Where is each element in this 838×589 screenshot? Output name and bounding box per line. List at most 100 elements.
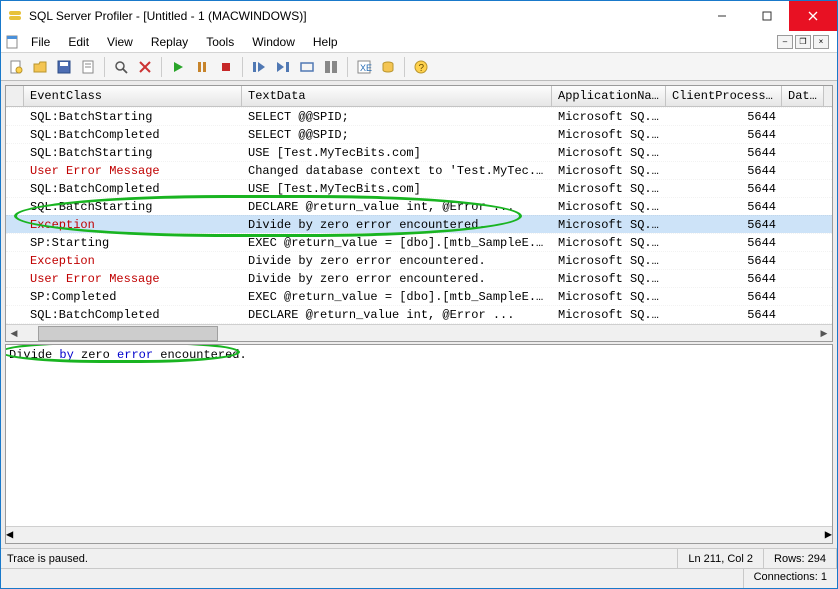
cell-textdata: EXEC @return_value = [dbo].[mtb_SampleE.… <box>242 236 552 250</box>
step-button[interactable] <box>248 56 270 78</box>
cell-eventclass: SQL:BatchStarting <box>24 146 242 160</box>
table-row[interactable]: SQL:BatchStarting DECLARE @return_value … <box>6 197 832 215</box>
menu-window[interactable]: Window <box>244 33 303 51</box>
table-row[interactable]: User Error MessageDivide by zero error e… <box>6 269 832 287</box>
properties-button[interactable] <box>77 56 99 78</box>
cell-textdata: Divide by zero error encountered. <box>242 272 552 286</box>
col-database[interactable]: Datab <box>782 86 824 106</box>
table-row[interactable]: SQL:BatchCompleted DECLARE @return_value… <box>6 305 832 323</box>
grid-hscrollbar[interactable]: ◀ ▶ <box>6 324 832 341</box>
table-row[interactable]: SQL:BatchCompletedUSE [Test.MyTecBits.co… <box>6 179 832 197</box>
menu-help[interactable]: Help <box>305 33 346 51</box>
run-button[interactable] <box>167 56 189 78</box>
cell-textdata: DECLARE @return_value int, @Error ... <box>242 200 552 214</box>
table-row[interactable]: SQL:BatchStartingUSE [Test.MyTecBits.com… <box>6 143 832 161</box>
menubar: File Edit View Replay Tools Window Help … <box>1 31 837 53</box>
status-position: Ln 211, Col 2 <box>678 549 764 568</box>
cell-eventclass: SQL:BatchCompleted <box>24 128 242 142</box>
table-row[interactable]: ExceptionDivide by zero error encountere… <box>6 215 832 233</box>
database-tuning-button[interactable] <box>377 56 399 78</box>
trace-grid[interactable]: EventClass TextData ApplicationName Clie… <box>5 85 833 342</box>
cell-appname: Microsoft SQ... <box>552 308 666 322</box>
toolbar: XE ? <box>1 53 837 81</box>
workspace: EventClass TextData ApplicationName Clie… <box>1 81 837 548</box>
mdi-close-button[interactable]: × <box>813 35 829 49</box>
window-title: SQL Server Profiler - [Untitled - 1 (MAC… <box>29 9 699 23</box>
detail-scroll-right-icon[interactable]: ▶ <box>825 527 832 543</box>
cell-pid: 5644 <box>666 272 782 286</box>
toggle-bookmark-button[interactable] <box>320 56 342 78</box>
detail-hscrollbar[interactable]: ◀ ▶ <box>6 526 832 543</box>
table-row[interactable]: User Error MessageChanged database conte… <box>6 161 832 179</box>
cell-appname: Microsoft SQ... <box>552 272 666 286</box>
detail-scroll-left-icon[interactable]: ◀ <box>6 527 13 543</box>
detail-text: Divide by zero error encountered. <box>9 348 829 362</box>
cell-pid: 5644 <box>666 110 782 124</box>
connection-bar: Connections: 1 <box>1 568 837 588</box>
maximize-button[interactable] <box>744 1 789 31</box>
cell-pid: 5644 <box>666 146 782 160</box>
find-button[interactable] <box>110 56 132 78</box>
pause-button[interactable] <box>191 56 213 78</box>
cell-textdata: USE [Test.MyTecBits.com] <box>242 182 552 196</box>
scroll-left-icon[interactable]: ◀ <box>6 325 22 341</box>
table-row[interactable]: ExceptionDivide by zero error encountere… <box>6 251 832 269</box>
new-trace-button[interactable] <box>5 56 27 78</box>
extract-events-button[interactable]: XE <box>353 56 375 78</box>
col-clientpid[interactable]: ClientProcessID <box>666 86 782 106</box>
cell-appname: Microsoft SQ... <box>552 146 666 160</box>
cell-eventclass: SP:Starting <box>24 236 242 250</box>
cell-pid: 5644 <box>666 200 782 214</box>
cell-textdata: Divide by zero error encountered. <box>242 254 552 268</box>
mdi-window-controls: – ❐ × <box>777 35 833 49</box>
cell-pid: 5644 <box>666 254 782 268</box>
table-row[interactable]: SQL:BatchStartingSELECT @@SPID;Microsoft… <box>6 107 832 125</box>
table-row[interactable]: SP:StartingEXEC @return_value = [dbo].[m… <box>6 233 832 251</box>
mdi-restore-button[interactable]: ❐ <box>795 35 811 49</box>
cell-pid: 5644 <box>666 164 782 178</box>
table-row[interactable]: SP:CompletedEXEC @return_value = [dbo].[… <box>6 287 832 305</box>
cell-appname: Microsoft SQ... <box>552 110 666 124</box>
grid-header: EventClass TextData ApplicationName Clie… <box>6 86 832 107</box>
open-button[interactable] <box>29 56 51 78</box>
window-controls <box>699 1 837 31</box>
scroll-thumb[interactable] <box>38 326 218 341</box>
cell-eventclass: SQL:BatchCompleted <box>24 182 242 196</box>
cell-eventclass: SP:Completed <box>24 290 242 304</box>
table-row[interactable]: SQL:BatchCompletedSELECT @@SPID;Microsof… <box>6 125 832 143</box>
stop-button[interactable] <box>215 56 237 78</box>
status-message: Trace is paused. <box>1 549 678 568</box>
clear-trace-button[interactable] <box>134 56 156 78</box>
grid-body[interactable]: SQL:BatchStartingSELECT @@SPID;Microsoft… <box>6 107 832 324</box>
cell-appname: Microsoft SQ... <box>552 128 666 142</box>
cell-textdata: SELECT @@SPID; <box>242 128 552 142</box>
save-button[interactable] <box>53 56 75 78</box>
menu-edit[interactable]: Edit <box>60 33 97 51</box>
event-detail-pane[interactable]: Divide by zero error encountered. ◀ ▶ <box>5 344 833 544</box>
detail-token: by <box>59 348 73 362</box>
row-selector-header[interactable] <box>6 86 24 106</box>
col-eventclass[interactable]: EventClass <box>24 86 242 106</box>
menu-tools[interactable]: Tools <box>198 33 242 51</box>
cell-textdata: Changed database context to 'Test.MyTec.… <box>242 164 552 178</box>
cell-appname: Microsoft SQ... <box>552 182 666 196</box>
scroll-right-icon[interactable]: ▶ <box>816 325 832 341</box>
cell-appname: Microsoft SQ... <box>552 236 666 250</box>
breakpoint-button[interactable] <box>296 56 318 78</box>
menu-file[interactable]: File <box>23 33 58 51</box>
svg-text:XE: XE <box>360 63 372 73</box>
mdi-minimize-button[interactable]: – <box>777 35 793 49</box>
cell-textdata: SELECT @@SPID; <box>242 110 552 124</box>
run-to-cursor-button[interactable] <box>272 56 294 78</box>
cell-textdata: USE [Test.MyTecBits.com] <box>242 146 552 160</box>
menu-view[interactable]: View <box>99 33 141 51</box>
minimize-button[interactable] <box>699 1 744 31</box>
cell-eventclass: Exception <box>24 218 242 232</box>
close-button[interactable] <box>789 1 837 31</box>
cell-appname: Microsoft SQ... <box>552 254 666 268</box>
statusbar: Trace is paused. Ln 211, Col 2 Rows: 294 <box>1 548 837 568</box>
help-button[interactable]: ? <box>410 56 432 78</box>
col-textdata[interactable]: TextData <box>242 86 552 106</box>
col-appname[interactable]: ApplicationName <box>552 86 666 106</box>
menu-replay[interactable]: Replay <box>143 33 196 51</box>
